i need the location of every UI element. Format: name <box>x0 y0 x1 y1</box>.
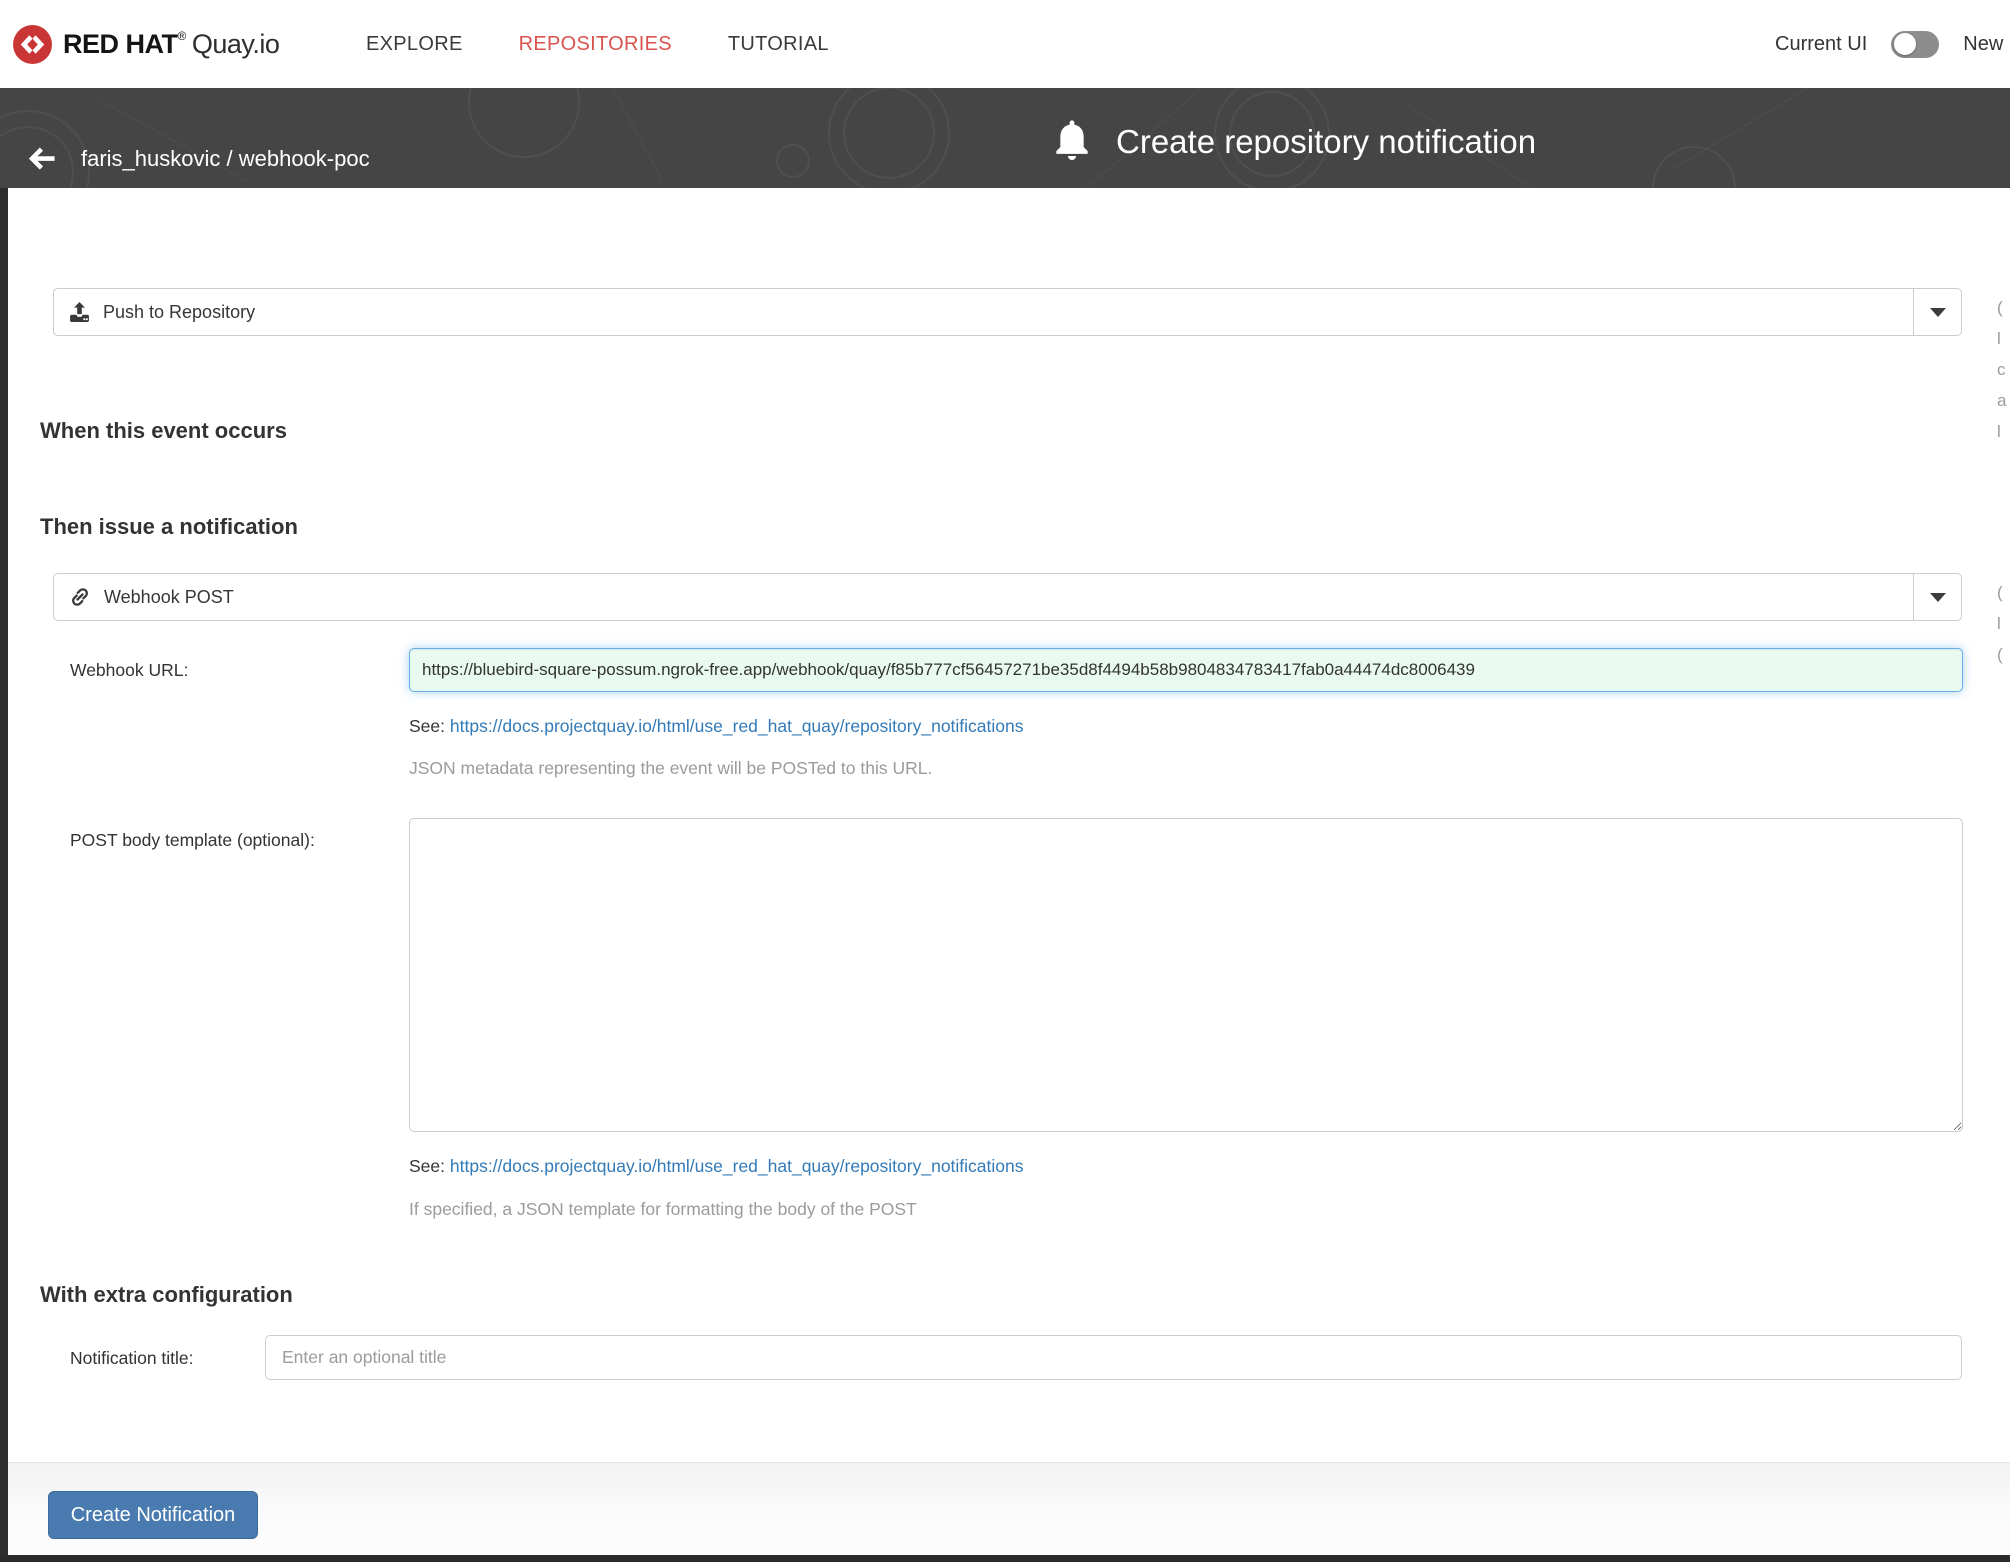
post-body-docs-link[interactable]: https://docs.projectquay.io/html/use_red… <box>450 1156 1024 1176</box>
extra-config-heading: With extra configuration <box>40 1282 293 1308</box>
top-navbar: RED HAT®Quay.io EXPLORE REPOSITORIES TUT… <box>0 0 2010 88</box>
notification-title-input[interactable] <box>265 1335 1962 1380</box>
method-select-value: Webhook POST <box>54 586 1913 608</box>
current-ui-label: Current UI <box>1775 33 1867 56</box>
title-block: Create repository notification <box>1052 120 1536 164</box>
caret-down-icon <box>1930 308 1946 317</box>
page-header: faris_huskovic / webhook-poc Create repo… <box>0 88 2010 188</box>
event-select-label: Push to Repository <box>103 302 255 323</box>
method-select-caret-button[interactable] <box>1913 574 1961 620</box>
upload-icon <box>69 302 90 323</box>
create-notification-button[interactable]: Create Notification <box>48 1491 258 1539</box>
webhook-url-input[interactable] <box>409 648 1963 692</box>
ui-version-toggle[interactable] <box>1891 31 1939 58</box>
nav-link-repositories[interactable]: REPOSITORIES <box>519 33 672 56</box>
primary-nav: EXPLORE REPOSITORIES TUTORIAL <box>366 0 829 88</box>
notification-title-label: Notification title: <box>70 1348 194 1369</box>
clipped-help-text: ( l ( <box>1997 577 2010 670</box>
brand-text: RED HAT®Quay.io <box>63 29 279 60</box>
red-hat-logo-icon <box>12 24 53 65</box>
post-body-see-line: See: https://docs.projectquay.io/html/us… <box>409 1156 1024 1177</box>
clipped-help-text: ( l c a l <box>1997 292 2010 447</box>
method-select[interactable]: Webhook POST <box>53 573 1962 621</box>
nav-link-explore[interactable]: EXPLORE <box>366 33 463 56</box>
bell-icon <box>1052 120 1092 164</box>
event-select-value: Push to Repository <box>54 302 1913 323</box>
event-section-heading: When this event occurs <box>40 418 287 444</box>
backdrop-bottom-strip <box>0 1555 2010 1562</box>
nav-link-tutorial[interactable]: TUTORIAL <box>728 33 829 56</box>
post-body-textarea[interactable] <box>409 818 1963 1132</box>
event-select-caret-button[interactable] <box>1913 289 1961 335</box>
notification-form-panel: When this event occurs Push to Repositor… <box>8 188 2010 1555</box>
brand[interactable]: RED HAT®Quay.io <box>12 0 279 88</box>
page-title: Create repository notification <box>1116 123 1536 161</box>
post-body-help-text: If specified, a JSON template for format… <box>409 1199 917 1220</box>
breadcrumb[interactable]: faris_huskovic / webhook-poc <box>81 146 370 172</box>
toggle-knob <box>1894 33 1916 55</box>
back-arrow-icon[interactable] <box>28 147 55 171</box>
form-footer: Create Notification <box>8 1462 2010 1555</box>
link-icon <box>69 586 91 608</box>
see-prefix: See: <box>409 1156 445 1176</box>
method-select-label: Webhook POST <box>104 587 234 608</box>
caret-down-icon <box>1930 593 1946 602</box>
post-body-label: POST body template (optional): <box>70 830 315 851</box>
breadcrumb-row: faris_huskovic / webhook-poc <box>28 146 370 172</box>
webhook-url-label: Webhook URL: <box>70 660 188 681</box>
webhook-help-text: JSON metadata representing the event wil… <box>409 758 932 779</box>
ui-toggle-group: Current UI New <box>1775 0 2003 88</box>
event-select[interactable]: Push to Repository <box>53 288 1962 336</box>
webhook-see-line: See: https://docs.projectquay.io/html/us… <box>409 716 1024 737</box>
see-prefix: See: <box>409 716 445 736</box>
new-ui-label: New <box>1963 33 2003 56</box>
method-section-heading: Then issue a notification <box>40 514 298 540</box>
webhook-docs-link[interactable]: https://docs.projectquay.io/html/use_red… <box>450 716 1024 736</box>
